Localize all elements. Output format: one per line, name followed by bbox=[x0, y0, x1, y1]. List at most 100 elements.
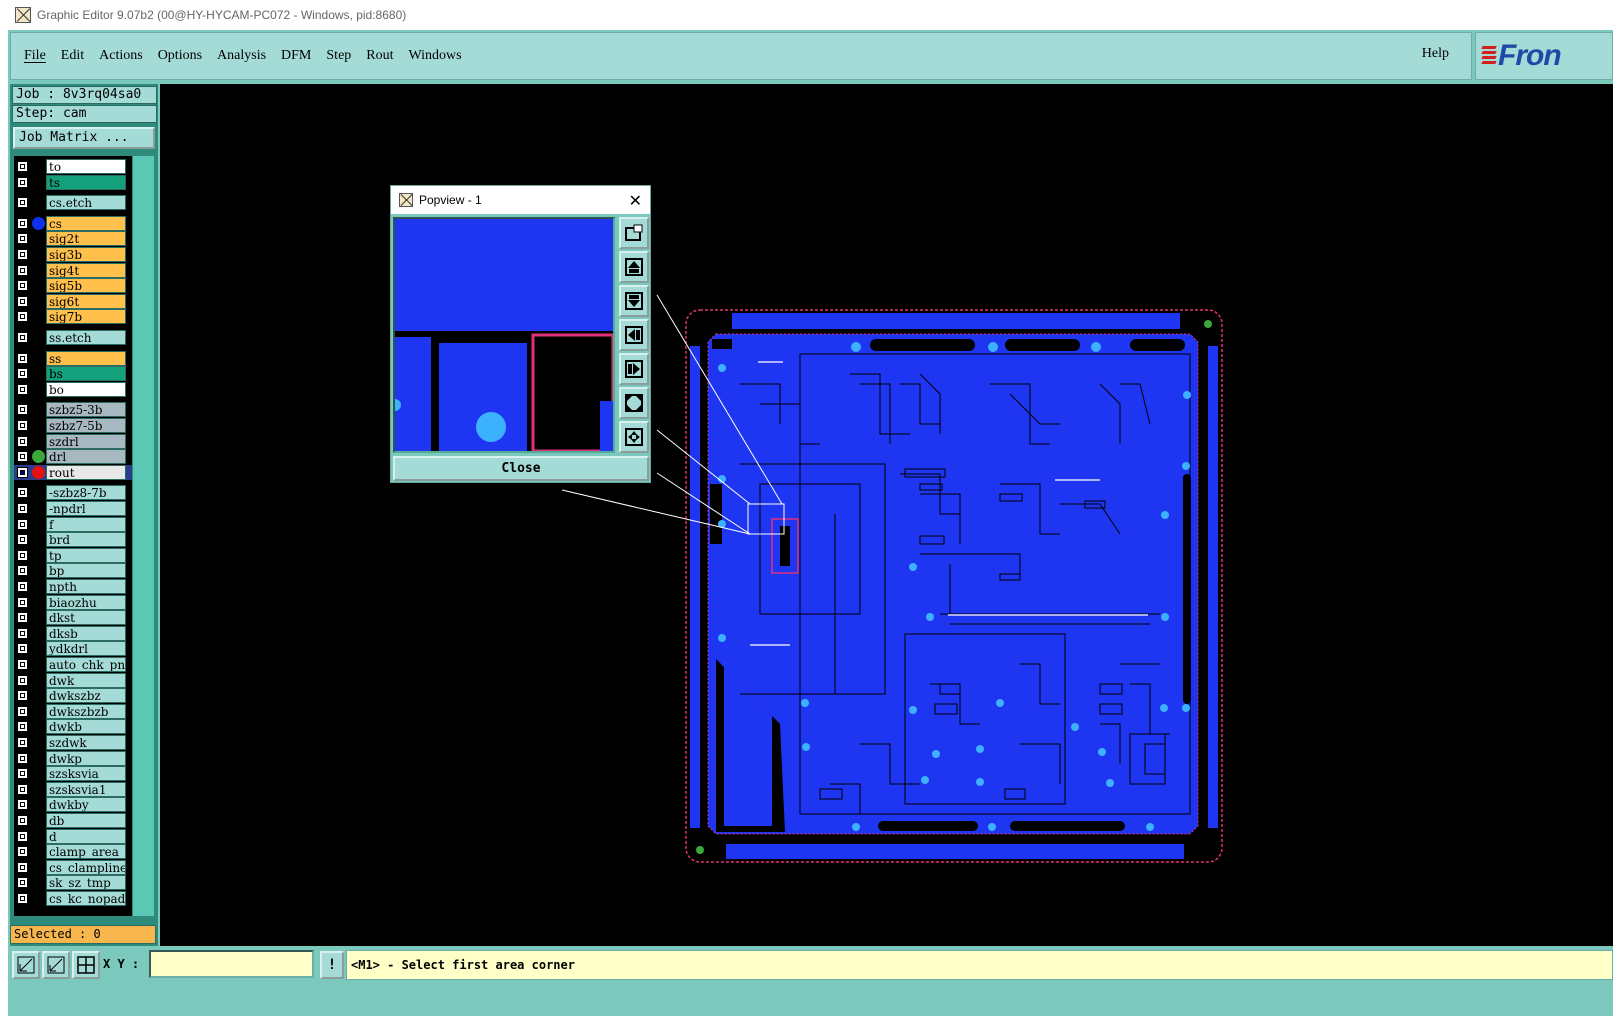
layer-checkbox[interactable] bbox=[17, 383, 28, 395]
layer-row-szbz5-3b[interactable]: szbz5-3b bbox=[14, 402, 132, 418]
layer-checkbox[interactable] bbox=[17, 217, 28, 229]
layer-name[interactable]: sig7b bbox=[46, 309, 126, 325]
menu-actions[interactable]: Actions bbox=[99, 48, 143, 64]
layer-name[interactable]: sig4t bbox=[46, 262, 126, 278]
layer-checkbox[interactable] bbox=[17, 877, 28, 889]
layer-name[interactable]: ss bbox=[46, 350, 126, 366]
job-matrix-button[interactable]: Job Matrix ... bbox=[13, 127, 155, 149]
layer-name[interactable]: ydkdrl bbox=[46, 641, 126, 657]
layer-row-cs-clampline[interactable]: cs_clampline bbox=[14, 859, 132, 875]
layer-row-ss-etch[interactable]: ss.etch bbox=[14, 330, 132, 345]
layer-checkbox[interactable] bbox=[17, 830, 28, 842]
grid-tool-button[interactable] bbox=[72, 951, 100, 979]
layer-checkbox[interactable] bbox=[17, 549, 28, 561]
layer-name[interactable]: sig3b bbox=[46, 247, 126, 262]
zoom-home-button[interactable] bbox=[619, 217, 649, 249]
layer-row-dwkp[interactable]: dwkp bbox=[14, 750, 132, 766]
layer-name[interactable]: szsksvia bbox=[46, 766, 126, 782]
layer-checkbox[interactable] bbox=[17, 451, 28, 463]
layer-checkbox[interactable] bbox=[17, 420, 28, 431]
layer-name[interactable]: dwkszbzb bbox=[46, 703, 126, 719]
layer-name[interactable]: szbz7-5b bbox=[46, 418, 126, 433]
layer-checkbox[interactable] bbox=[17, 518, 28, 530]
layer-row-dksb[interactable]: dksb bbox=[14, 625, 132, 641]
layer-checkbox[interactable] bbox=[17, 435, 28, 447]
layer-name[interactable]: cs_clampline bbox=[46, 859, 126, 875]
layer-name[interactable]: bs bbox=[46, 366, 126, 382]
pan-up-button[interactable] bbox=[619, 251, 649, 283]
layer-name[interactable]: -szbz8-7b bbox=[46, 485, 126, 501]
layer-checkbox[interactable] bbox=[17, 161, 28, 172]
layer-name[interactable]: -npdrl bbox=[46, 501, 126, 516]
layer-checkbox[interactable] bbox=[17, 768, 28, 780]
layer-row-dwkszbz[interactable]: dwkszbz bbox=[14, 688, 132, 704]
layer-checkbox[interactable] bbox=[17, 264, 28, 276]
menu-dfm[interactable]: DFM bbox=[281, 48, 311, 64]
layer-row-dkst[interactable]: dkst bbox=[14, 610, 132, 626]
layer-name[interactable]: dwkb bbox=[46, 719, 126, 735]
layer-row-npdrl[interactable]: -npdrl bbox=[14, 501, 132, 516]
layer-checkbox[interactable] bbox=[17, 861, 28, 873]
layer-name[interactable]: tp bbox=[46, 547, 126, 563]
layer-checkbox[interactable] bbox=[17, 280, 28, 292]
graphic-canvas[interactable] bbox=[160, 84, 1613, 946]
layer-row-szsksvia1[interactable]: szsksvia1 bbox=[14, 781, 132, 797]
layer-name[interactable]: dwkp bbox=[46, 750, 126, 766]
layer-name[interactable]: cs.etch bbox=[46, 195, 126, 211]
layer-row-biaozhu[interactable]: biaozhu bbox=[14, 594, 132, 610]
layer-checkbox[interactable] bbox=[17, 466, 28, 478]
layer-name[interactable]: rout bbox=[46, 464, 126, 480]
layer-row-cs[interactable]: cs bbox=[14, 215, 132, 231]
layer-checkbox[interactable] bbox=[17, 332, 28, 343]
pan-left-button[interactable] bbox=[619, 319, 649, 351]
layer-checkbox[interactable] bbox=[17, 581, 28, 592]
layer-scrollbar[interactable] bbox=[132, 156, 154, 916]
layer-checkbox[interactable] bbox=[17, 233, 28, 245]
layer-row-sig2t[interactable]: sig2t bbox=[14, 231, 132, 247]
layer-row-sk-sz-tmp[interactable]: sk_sz_tmp bbox=[14, 875, 132, 891]
close-icon[interactable]: ✕ bbox=[629, 191, 642, 210]
layer-row-szdwk[interactable]: szdwk bbox=[14, 735, 132, 750]
layer-checkbox[interactable] bbox=[17, 690, 28, 702]
layer-row-to[interactable]: to bbox=[14, 159, 132, 174]
layer-row-f[interactable]: f bbox=[14, 516, 132, 532]
layer-name[interactable]: szdrl bbox=[46, 433, 126, 449]
layer-name[interactable]: to bbox=[46, 159, 126, 174]
zoom-fit-button[interactable] bbox=[619, 387, 649, 419]
layer-checkbox[interactable] bbox=[17, 846, 28, 858]
layer-row-sig6t[interactable]: sig6t bbox=[14, 293, 132, 309]
menu-rout[interactable]: Rout bbox=[366, 48, 393, 64]
layer-row-ts[interactable]: ts bbox=[14, 174, 132, 190]
layer-checkbox[interactable] bbox=[17, 352, 28, 364]
layer-row-cs-etch[interactable]: cs.etch bbox=[14, 195, 132, 211]
layer-row-sig3b[interactable]: sig3b bbox=[14, 247, 132, 262]
layer-checkbox[interactable] bbox=[17, 612, 28, 624]
layer-checkbox[interactable] bbox=[17, 799, 28, 811]
layer-name[interactable]: clamp_area bbox=[46, 844, 126, 860]
layer-row-sig4t[interactable]: sig4t bbox=[14, 262, 132, 278]
layer-name[interactable]: db bbox=[46, 813, 126, 828]
layer-checkbox[interactable] bbox=[17, 487, 28, 499]
popview-close-button[interactable]: Close bbox=[393, 456, 649, 481]
menu-edit[interactable]: Edit bbox=[61, 48, 84, 64]
layer-row-szdrl[interactable]: szdrl bbox=[14, 433, 132, 449]
layer-row-d[interactable]: d bbox=[14, 828, 132, 844]
popview-canvas[interactable] bbox=[393, 217, 615, 453]
layer-row-db[interactable]: db bbox=[14, 813, 132, 828]
layer-checkbox[interactable] bbox=[17, 752, 28, 764]
layer-row-bs[interactable]: bs bbox=[14, 366, 132, 382]
layer-row-dwkb[interactable]: dwkb bbox=[14, 719, 132, 735]
layer-name[interactable]: auto_chk_pnl bbox=[46, 657, 126, 672]
menu-options[interactable]: Options bbox=[158, 48, 202, 64]
layer-checkbox[interactable] bbox=[17, 565, 28, 577]
layer-checkbox[interactable] bbox=[17, 643, 28, 655]
layer-row-dwkby[interactable]: dwkby bbox=[14, 797, 132, 813]
xy-input[interactable] bbox=[149, 950, 314, 978]
layer-name[interactable]: bo bbox=[46, 381, 126, 397]
layer-name[interactable]: npth bbox=[46, 579, 126, 594]
layer-row-szbz7-5b[interactable]: szbz7-5b bbox=[14, 418, 132, 433]
layer-name[interactable]: dwkszbz bbox=[46, 688, 126, 704]
layer-name[interactable]: sig2t bbox=[46, 231, 126, 247]
menu-help[interactable]: Help bbox=[1422, 46, 1449, 62]
layer-row-brd[interactable]: brd bbox=[14, 532, 132, 548]
